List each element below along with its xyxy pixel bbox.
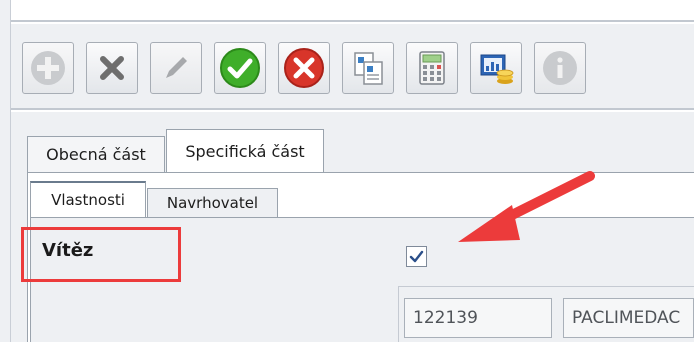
calculator-button[interactable] (406, 42, 458, 94)
add-button[interactable] (22, 42, 74, 94)
winner-checkbox[interactable] (406, 246, 427, 267)
confirm-button[interactable] (214, 42, 266, 94)
edit-button[interactable] (150, 42, 202, 94)
window-left-frame (0, 0, 11, 342)
tab-general[interactable]: Obecná část (27, 136, 165, 172)
tab-specific-label: Specifická část (185, 141, 305, 161)
cancel-icon (284, 48, 324, 88)
confirm-icon (220, 48, 260, 88)
delete-button[interactable] (86, 42, 138, 94)
copy-document-button[interactable] (342, 42, 394, 94)
highlight-annotation (21, 227, 181, 282)
tab-specific[interactable]: Specifická část (166, 129, 324, 172)
tab-general-label: Obecná část (46, 145, 146, 164)
report-coins-icon (480, 54, 514, 84)
arrow-annotation (458, 171, 595, 242)
check-icon (409, 250, 424, 263)
info-button[interactable] (534, 42, 586, 94)
name-field[interactable]: PACLIMEDAC (563, 298, 694, 338)
subtab-properties[interactable]: Vlastnosti (30, 181, 146, 217)
subtab-proposer-label: Navrhovatel (166, 194, 259, 212)
subtab-proposer[interactable]: Navrhovatel (147, 188, 278, 217)
report-coins-button[interactable] (470, 42, 522, 94)
delete-icon (100, 56, 124, 80)
code-field[interactable]: 122139 (404, 298, 552, 338)
calculator-icon (419, 51, 445, 85)
copy-document-icon (354, 52, 383, 85)
add-icon (31, 51, 65, 85)
subtab-properties-label: Vlastnosti (51, 191, 125, 209)
top-panel (11, 0, 694, 22)
cancel-button[interactable] (278, 42, 330, 94)
info-icon (543, 51, 577, 85)
edit-icon (166, 57, 187, 78)
